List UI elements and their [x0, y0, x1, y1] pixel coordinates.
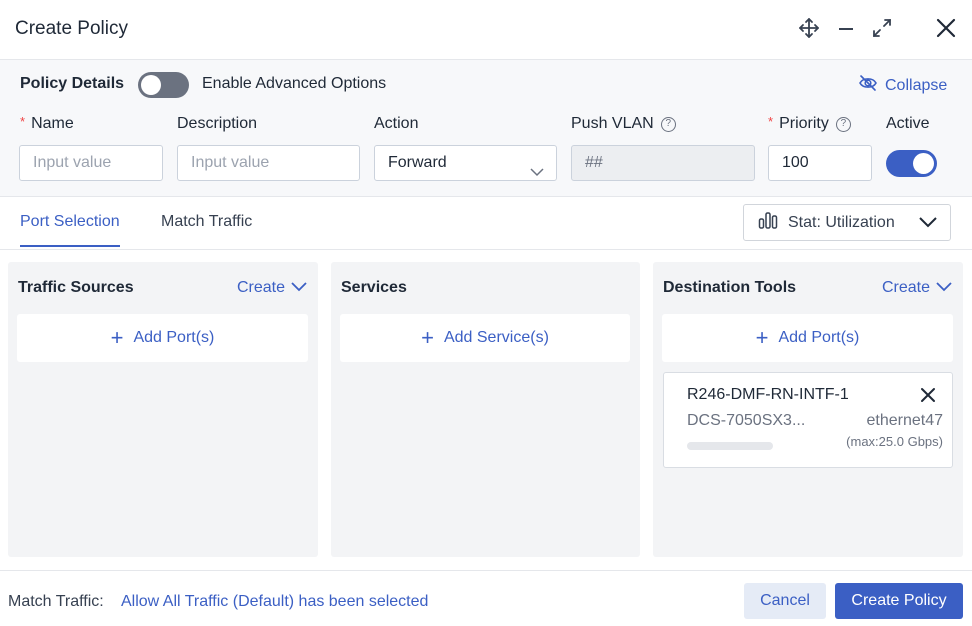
add-port-label: Add Port(s)	[778, 329, 860, 346]
priority-input[interactable]: 100	[768, 145, 872, 181]
close-icon[interactable]	[934, 16, 958, 40]
plus-icon: +	[755, 325, 769, 350]
dialog-titlebar: Create Policy	[0, 0, 972, 60]
expand-icon[interactable]	[870, 16, 894, 40]
bar-chart-icon	[758, 210, 778, 235]
eye-off-icon	[858, 74, 878, 97]
toggle-knob	[141, 75, 161, 95]
match-traffic-label: Match Traffic:	[8, 593, 104, 610]
active-label: Active	[886, 115, 930, 132]
add-service-label: Add Service(s)	[443, 329, 549, 346]
add-traffic-source-port-button[interactable]: + Add Port(s)	[17, 314, 308, 362]
dialog-title: Create Policy	[15, 18, 128, 39]
chevron-down-icon	[291, 279, 307, 297]
policy-details-section: Policy Details Enable Advanced Options C…	[0, 60, 972, 197]
port-name: R246-DMF-RN-INTF-1	[687, 386, 849, 403]
required-marker: *	[768, 113, 774, 129]
chevron-down-icon	[936, 279, 952, 297]
tab-bar: Port Selection Match Traffic Stat: Utili…	[0, 197, 972, 250]
traffic-sources-create-button[interactable]: Create	[237, 279, 307, 297]
cancel-button[interactable]: Cancel	[744, 583, 826, 619]
traffic-sources-title: Traffic Sources	[18, 279, 134, 296]
create-label: Create	[882, 279, 931, 296]
port-interface: ethernet47	[866, 412, 943, 429]
port-utilization-bar	[687, 442, 773, 450]
priority-label: * Priority?	[768, 113, 851, 133]
add-destination-port-button[interactable]: + Add Port(s)	[662, 314, 953, 362]
create-label: Create	[237, 279, 286, 296]
match-traffic-value[interactable]: Allow All Traffic (Default) has been sel…	[121, 593, 428, 611]
action-select[interactable]: Forward	[374, 145, 557, 181]
minimize-icon[interactable]	[834, 16, 858, 40]
add-port-label: Add Port(s)	[133, 329, 215, 346]
chevron-down-icon	[918, 214, 938, 235]
remove-port-icon[interactable]	[920, 387, 936, 408]
description-input[interactable]: Input value	[177, 145, 360, 181]
traffic-sources-panel: Traffic Sources Create + Add Port(s)	[8, 262, 318, 557]
policy-details-label: Policy Details	[20, 75, 125, 92]
create-policy-button[interactable]: Create Policy	[835, 583, 963, 619]
name-input[interactable]: Input value	[19, 145, 163, 181]
plus-icon: +	[421, 325, 434, 350]
destination-tools-create-button[interactable]: Create	[882, 279, 952, 297]
push-vlan-label: Push VLAN?	[571, 115, 676, 133]
advanced-options-toggle[interactable]	[138, 72, 189, 98]
port-switch-model: DCS-7050SX3...	[687, 412, 806, 429]
collapse-label: Collapse	[885, 76, 948, 94]
tab-match-traffic[interactable]: Match Traffic	[161, 213, 252, 231]
stat-selector-label: Stat: Utilization	[788, 213, 895, 231]
advanced-options-label: Enable Advanced Options	[202, 75, 387, 92]
destination-port-card: R246-DMF-RN-INTF-1 DCS-7050SX3... ethern…	[663, 372, 953, 468]
required-marker: *	[20, 113, 26, 129]
move-icon[interactable]	[797, 16, 821, 40]
stat-selector[interactable]: Stat: Utilization	[743, 204, 951, 241]
action-value: Forward	[388, 154, 447, 171]
port-max-speed: (max:25.0 Gbps)	[846, 434, 943, 449]
action-label: Action	[374, 115, 419, 132]
push-vlan-input: ##	[571, 145, 755, 181]
help-icon[interactable]: ?	[660, 116, 676, 132]
add-service-button[interactable]: + Add Service(s)	[340, 314, 630, 362]
active-toggle[interactable]	[886, 150, 937, 177]
collapse-button[interactable]: Collapse	[858, 74, 947, 97]
dialog-footer: Match Traffic: Allow All Traffic (Defaul…	[0, 570, 972, 626]
help-icon[interactable]: ?	[835, 116, 851, 132]
services-panel: Services + Add Service(s)	[331, 262, 640, 557]
toggle-knob	[913, 153, 934, 174]
plus-icon: +	[110, 325, 124, 350]
services-title: Services	[341, 279, 407, 296]
name-label: * Name	[20, 113, 74, 133]
chevron-down-icon	[530, 157, 544, 191]
destination-tools-title: Destination Tools	[663, 279, 797, 296]
description-label: Description	[177, 115, 258, 132]
tab-port-selection[interactable]: Port Selection	[20, 213, 120, 247]
